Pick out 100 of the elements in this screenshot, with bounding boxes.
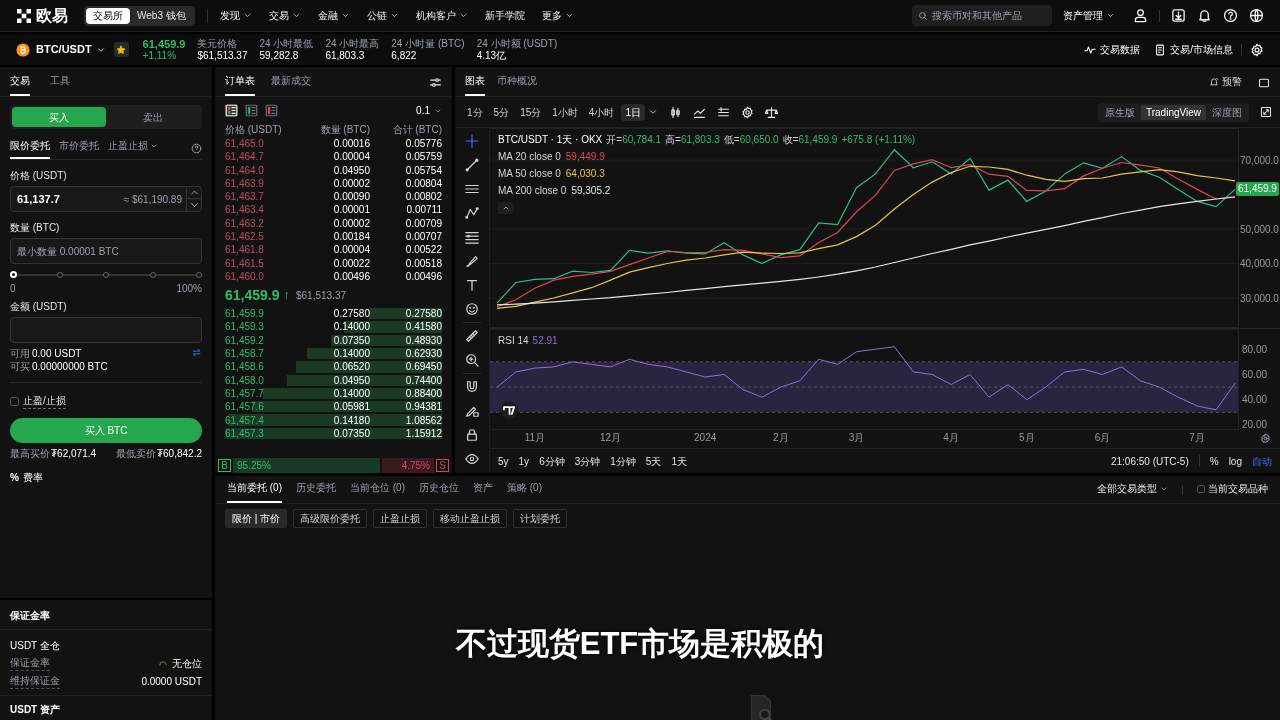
panel-tab[interactable]: 交易 [10, 73, 30, 96]
settings-sliders-icon[interactable] [429, 75, 442, 89]
brush-icon[interactable] [465, 254, 479, 268]
scale-option[interactable]: % [1209, 453, 1219, 469]
panel-tab[interactable]: 工具 [50, 73, 70, 96]
bell-icon[interactable] [1197, 8, 1212, 23]
interval-button[interactable]: 15分 [516, 103, 546, 121]
view-tab[interactable]: 深度图 [1207, 104, 1247, 120]
nav-menu-item[interactable]: 更多 [541, 8, 574, 23]
trend-line-icon[interactable] [465, 158, 479, 172]
filter-chip[interactable]: 高级限价委托 [293, 509, 368, 528]
orderbook-view-icon[interactable] [245, 104, 258, 118]
scale-icon[interactable] [764, 105, 778, 119]
range-button[interactable]: 1分钟 [610, 453, 636, 469]
emoji-icon[interactable] [465, 302, 479, 316]
range-button[interactable]: 5y [498, 453, 509, 469]
chevron-up-icon[interactable] [187, 187, 202, 199]
nav-menu-item[interactable]: 公链 [366, 8, 399, 23]
scale-option[interactable]: log [1228, 453, 1242, 469]
interval-button[interactable]: 1日 [621, 103, 645, 121]
text-tool-icon[interactable] [465, 278, 479, 292]
segment-tab[interactable]: 交易所 [86, 7, 130, 24]
filter-chip[interactable]: 移动止盈止损 [433, 509, 508, 528]
download-icon[interactable] [1171, 8, 1186, 23]
side-tab[interactable]: 卖出 [106, 107, 200, 127]
panel-tab[interactable]: 历史仓位 [419, 480, 459, 503]
user-icon[interactable] [1133, 8, 1148, 23]
filter-chip[interactable]: 限价 | 市价 [225, 509, 288, 528]
scale-option[interactable]: 自动 [1252, 453, 1272, 469]
nav-menu-item[interactable]: 机构客户 [415, 8, 468, 23]
list-icon[interactable] [716, 105, 730, 119]
order-type-tab[interactable]: 止盈止损 [108, 138, 158, 159]
interval-button[interactable]: 5分 [489, 103, 514, 121]
interval-button[interactable]: 1小时 [548, 103, 582, 121]
limit-label: 最低卖价 [115, 447, 156, 461]
interval-button[interactable]: 4小时 [584, 103, 619, 121]
buy-label: B [218, 459, 231, 472]
order-type-tab[interactable]: 市价委托 [59, 138, 99, 159]
type-filter-dropdown[interactable]: 全部交易类型 [1097, 481, 1168, 496]
range-button[interactable]: 1天 [671, 453, 687, 469]
settings-icon[interactable] [740, 105, 754, 119]
header-link[interactable]: 交易/市场信息 [1154, 42, 1233, 57]
filter-chip[interactable]: 止盈止损 [373, 509, 428, 528]
swap-icon[interactable] [191, 347, 202, 358]
fib-icon[interactable] [465, 230, 479, 244]
slider-thumb[interactable] [9, 271, 17, 278]
asset-menu[interactable]: 资产管理 [1063, 8, 1115, 23]
panel-tab[interactable]: 策略 (0) [507, 480, 542, 503]
nav-menu-item[interactable]: 新手学院 [484, 8, 525, 23]
pattern-icon[interactable] [465, 206, 479, 220]
favorite-button[interactable] [113, 42, 129, 57]
range-button[interactable]: 6分钟 [539, 453, 565, 469]
collapse-button[interactable] [498, 202, 513, 214]
eye-icon[interactable] [465, 452, 479, 466]
horizontal-lines-icon[interactable] [465, 182, 479, 196]
slider-max-label: 100% [176, 282, 202, 296]
order-type-tab[interactable]: 限价委托 [10, 138, 50, 159]
panel-tab[interactable]: 历史委托 [296, 480, 336, 503]
range-button[interactable]: 3分钟 [574, 453, 601, 469]
panel-tab[interactable]: 订单表 [225, 72, 255, 96]
panel-tab[interactable]: 图表 [465, 73, 485, 96]
nav-menu-item[interactable]: 交易 [268, 8, 301, 23]
panel-tab[interactable]: 当前委托 (0) [227, 480, 282, 503]
account-label: USDT 全仓 [9, 639, 61, 653]
alert-button[interactable]: 预警 [1209, 74, 1242, 89]
nav-menu-item[interactable]: 发现 [219, 8, 252, 23]
precision-dropdown[interactable]: 0.1 [416, 103, 442, 119]
range-button[interactable]: 1y [518, 453, 530, 469]
price-field[interactable]: 61,137.7 ≈ $61,190.89 [10, 186, 202, 212]
view-tab[interactable]: TradingView [1140, 104, 1206, 120]
ruler-icon[interactable] [465, 329, 479, 343]
magnet-icon[interactable] [465, 380, 479, 394]
pencil-lock-icon[interactable] [465, 404, 479, 418]
search-field[interactable]: 搜索币对和其他产品 [912, 5, 1052, 26]
slider-track[interactable] [13, 271, 199, 278]
zoom-in-icon[interactable] [465, 353, 479, 367]
fee-rate-link[interactable]: 费率 [22, 470, 43, 485]
panel-tab[interactable]: 资产 [473, 480, 493, 503]
lock-icon[interactable] [465, 428, 479, 442]
price-input[interactable]: 61,137.7 [11, 187, 124, 211]
header-link[interactable]: 交易数据 [1084, 42, 1141, 57]
amount-field[interactable] [10, 317, 202, 343]
panel-tab[interactable]: 币种概况 [497, 73, 537, 96]
candles-icon[interactable] [668, 105, 682, 119]
checkbox[interactable] [10, 396, 19, 406]
range-button[interactable]: 5天 [645, 453, 662, 469]
checkbox[interactable] [1197, 484, 1205, 493]
nav-menu-item[interactable]: 金融 [317, 8, 350, 23]
quantity-field[interactable]: 最小数量 0.00001 BTC [10, 238, 202, 264]
view-tab[interactable]: 原生版 [1099, 104, 1140, 120]
panel-tab[interactable]: 当前仓位 (0) [350, 480, 405, 503]
total-cell-text: 0.94381 [404, 400, 442, 415]
panel-tab[interactable]: 最新成交 [271, 72, 311, 96]
window-icon[interactable] [1258, 77, 1270, 89]
filter-chip[interactable]: 计划委托 [513, 509, 568, 528]
globe-icon[interactable] [1249, 8, 1264, 23]
segment-tab[interactable]: Web3 钱包 [130, 7, 193, 24]
logo-icon[interactable] [16, 7, 32, 24]
fullscreen-icon[interactable] [1260, 106, 1272, 118]
interval-button[interactable]: 1分 [463, 103, 487, 121]
